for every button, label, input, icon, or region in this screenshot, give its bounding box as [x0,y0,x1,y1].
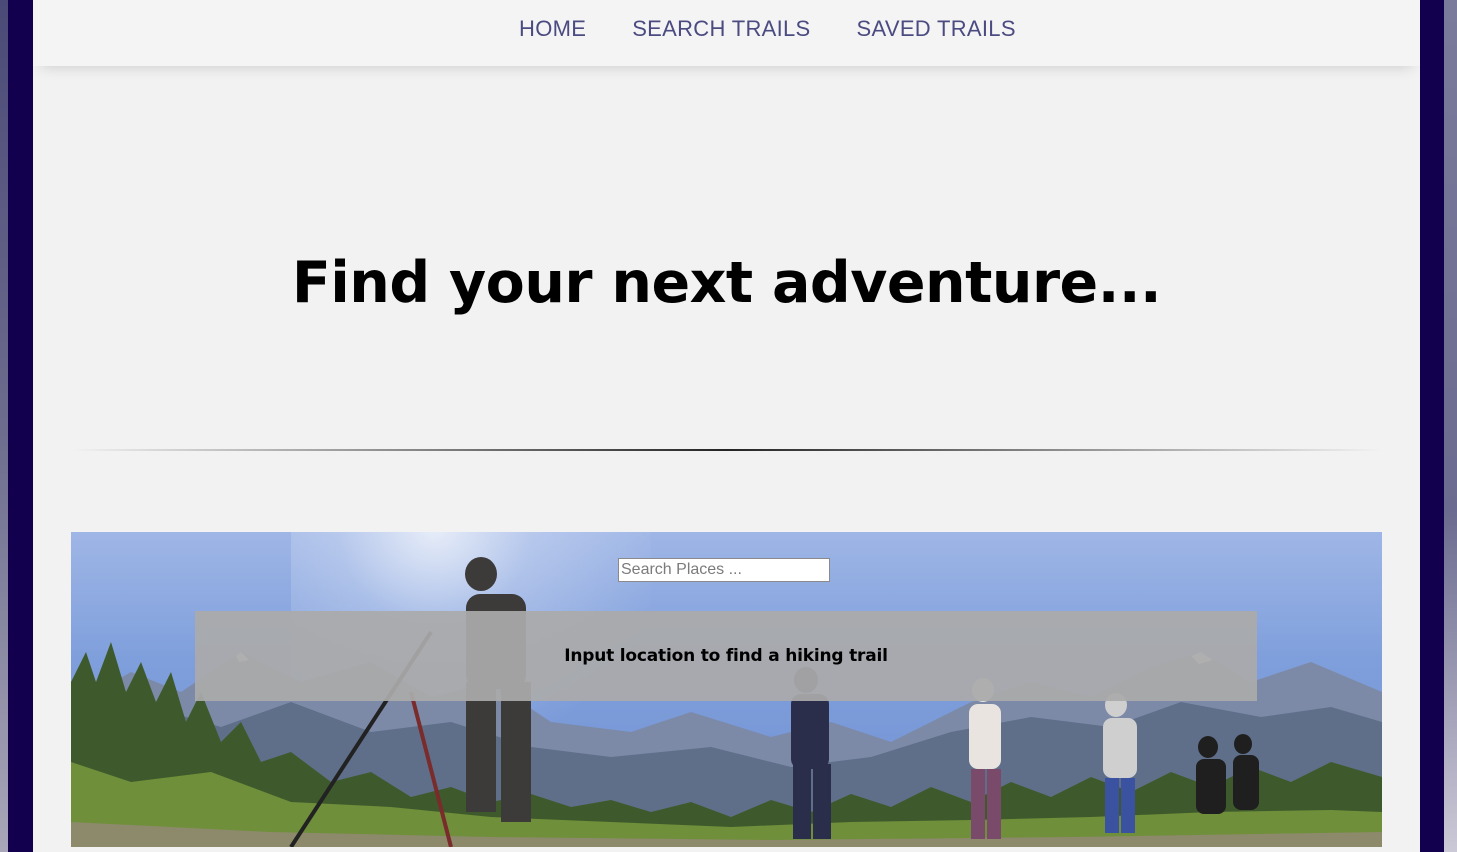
top-navbar: HOME SEARCH TRAILS SAVED TRAILS [33,0,1420,66]
right-window-edge [1444,0,1457,852]
info-message: Input location to find a hiking trail [564,646,888,666]
section-divider [71,449,1382,451]
search-places-input[interactable] [618,558,830,582]
hero-title: Find your next adventure... [291,250,1162,316]
hikers-banner-image: Input location to find a hiking trail [71,532,1382,847]
info-message-box: Input location to find a hiking trail [195,611,1257,701]
nav-links: HOME SEARCH TRAILS SAVED TRAILS [519,16,1016,42]
nav-saved-trails-link[interactable]: SAVED TRAILS [857,16,1016,42]
nav-search-trails-link[interactable]: SEARCH TRAILS [632,16,810,42]
nav-home-link[interactable]: HOME [519,16,586,42]
page-container: HOME SEARCH TRAILS SAVED TRAILS Find you… [33,0,1420,852]
left-window-edge [0,0,8,852]
